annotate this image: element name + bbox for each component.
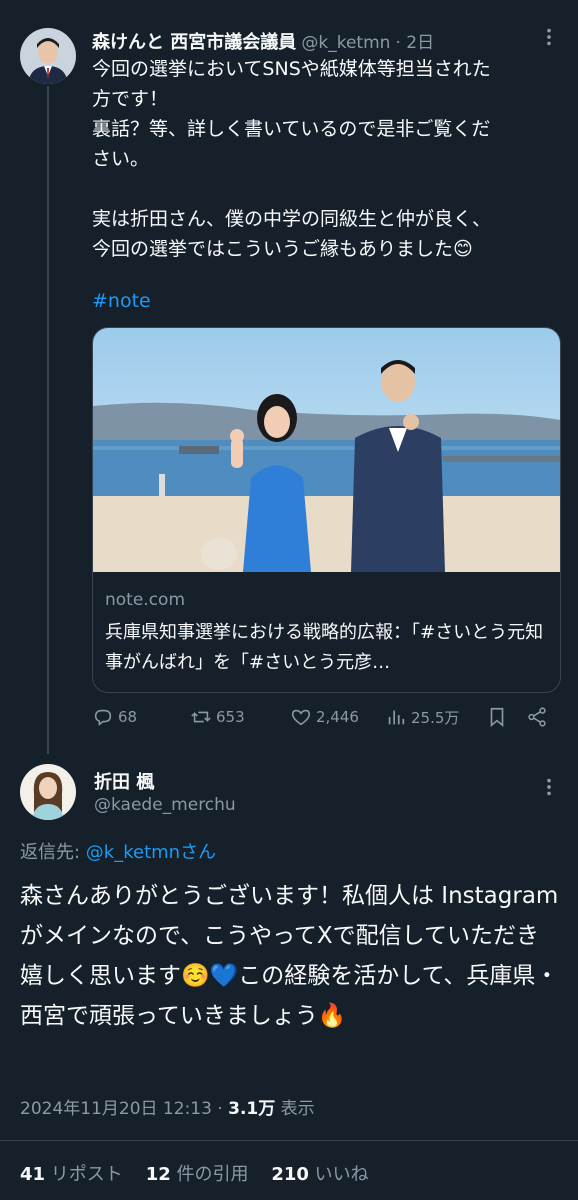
avatar-photo-icon xyxy=(20,28,76,84)
retweets-label: リポスト xyxy=(45,1164,123,1185)
divider xyxy=(0,1140,578,1141)
card-title: 兵庫県知事選挙における戦略的広報：「#さいとう元知事がんばれ」を「#さいとう元彦… xyxy=(105,622,544,673)
bookmark-icon xyxy=(490,707,504,728)
tweet-view-label: 表示 xyxy=(275,1099,315,1119)
more-horizontal-icon xyxy=(547,778,551,796)
tweet-date[interactable]: 2024年11月20日 12:13 · xyxy=(20,1099,228,1119)
like-button[interactable]: 2,446 xyxy=(290,706,359,728)
retweets-stat[interactable]: 41 リポスト xyxy=(20,1164,123,1185)
reply-author-name[interactable]: 折田 楓 xyxy=(94,768,154,794)
share-button[interactable] xyxy=(526,706,548,728)
more-options-button[interactable] xyxy=(538,26,560,53)
card-domain: note.com xyxy=(105,590,186,610)
hashtag-link[interactable]: #note xyxy=(92,290,151,312)
likes-stat[interactable]: 210 いいね xyxy=(271,1164,368,1185)
replying-to-mention[interactable]: @k_ketmnさん xyxy=(86,842,216,863)
retweet-icon xyxy=(191,711,211,723)
retweets-count: 41 xyxy=(20,1164,46,1185)
more-horizontal-icon xyxy=(547,28,551,46)
thread-line xyxy=(47,86,49,754)
author-handle[interactable]: @k_ketmn xyxy=(301,33,390,53)
views-button[interactable]: 25.5万 xyxy=(385,706,459,728)
heart-icon xyxy=(291,709,311,726)
retweet-button[interactable]: 653 xyxy=(190,706,245,728)
reply-more-options-button[interactable] xyxy=(538,776,560,803)
tweet-header: 森けんと 西宮市議会議員 @k_ketmn · 2日 xyxy=(92,28,532,54)
reply-button[interactable]: 68 xyxy=(92,706,137,728)
card-image xyxy=(93,328,560,572)
retweet-count: 653 xyxy=(216,708,245,726)
likes-label: いいね xyxy=(308,1164,369,1185)
tweet-time[interactable]: · 2日 xyxy=(396,33,435,53)
author-name[interactable]: 森けんと 西宮市議会議員 xyxy=(92,32,296,53)
author-avatar[interactable] xyxy=(20,28,76,84)
reply-author-handle[interactable]: @kaede_merchu xyxy=(94,795,236,815)
reply-count: 68 xyxy=(118,708,138,726)
avatar-photo-icon xyxy=(20,764,76,820)
tweet-text: 今回の選挙においてSNSや紙媒体等担当された 方です！ 裏話？等、詳しく書いてい… xyxy=(92,58,492,260)
likes-count: 210 xyxy=(271,1164,309,1185)
replying-to-label: 返信先: xyxy=(20,842,86,863)
like-count: 2,446 xyxy=(316,708,359,726)
view-count: 25.5万 xyxy=(411,708,460,727)
quotes-label: 件の引用 xyxy=(170,1164,249,1185)
reply-icon xyxy=(94,709,112,726)
share-icon xyxy=(528,707,546,727)
quotes-stat[interactable]: 12 件の引用 xyxy=(146,1164,249,1185)
bar-chart-icon xyxy=(388,710,405,725)
tweet-view-count: 3.1万 xyxy=(228,1099,276,1119)
quotes-count: 12 xyxy=(145,1164,171,1185)
bookmark-button[interactable] xyxy=(486,706,508,728)
engagement-stats: 41 リポスト 12 件の引用 210 いいね xyxy=(20,1160,369,1186)
tweet-meta: 2024年11月20日 12:13 · 3.1万 表示 xyxy=(20,1094,315,1119)
reply-text: 森さんありがとうございます！私個人は Instagramがメインなので、こうやっ… xyxy=(20,883,559,1029)
replying-to: 返信先: @k_ketmnさん xyxy=(20,838,216,864)
reply-author-avatar[interactable] xyxy=(20,764,76,820)
link-card[interactable]: note.com 兵庫県知事選挙における戦略的広報：「#さいとう元知事がんばれ」… xyxy=(92,327,561,693)
